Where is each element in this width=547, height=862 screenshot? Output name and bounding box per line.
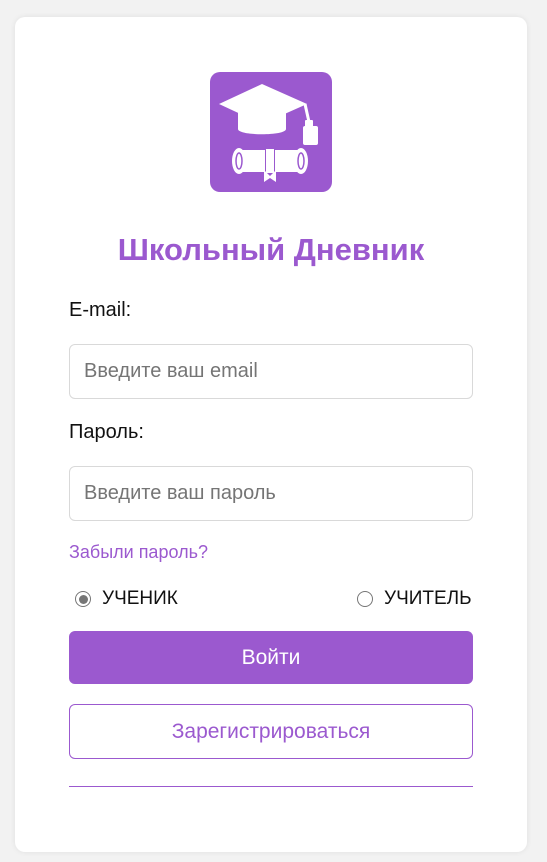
role-radio-student[interactable]: УЧЕНИК — [75, 588, 178, 610]
graduation-cap-diploma-icon — [219, 84, 318, 182]
role-student-label: УЧЕНИК — [102, 588, 178, 609]
forgot-password-link[interactable]: Забыли пароль? — [69, 542, 208, 563]
page-title: Школьный Дневник — [117, 232, 425, 267]
role-teacher-label: УЧИТЕЛЬ — [384, 588, 472, 609]
register-button[interactable]: Зарегистрироваться — [69, 704, 473, 759]
app-logo — [210, 72, 332, 192]
radio-checked-icon[interactable] — [75, 591, 91, 607]
login-button[interactable]: Войти — [69, 631, 473, 684]
divider — [69, 786, 473, 787]
radio-unchecked-icon[interactable] — [357, 591, 373, 607]
password-input[interactable] — [69, 466, 473, 521]
role-radio-teacher[interactable]: УЧИТЕЛЬ — [357, 588, 472, 610]
password-label: Пароль: — [69, 421, 144, 443]
email-input[interactable] — [69, 344, 473, 399]
email-label: E-mail: — [69, 299, 132, 321]
login-card: Школьный Дневник E-mail: Пароль: Забыли … — [15, 17, 527, 852]
